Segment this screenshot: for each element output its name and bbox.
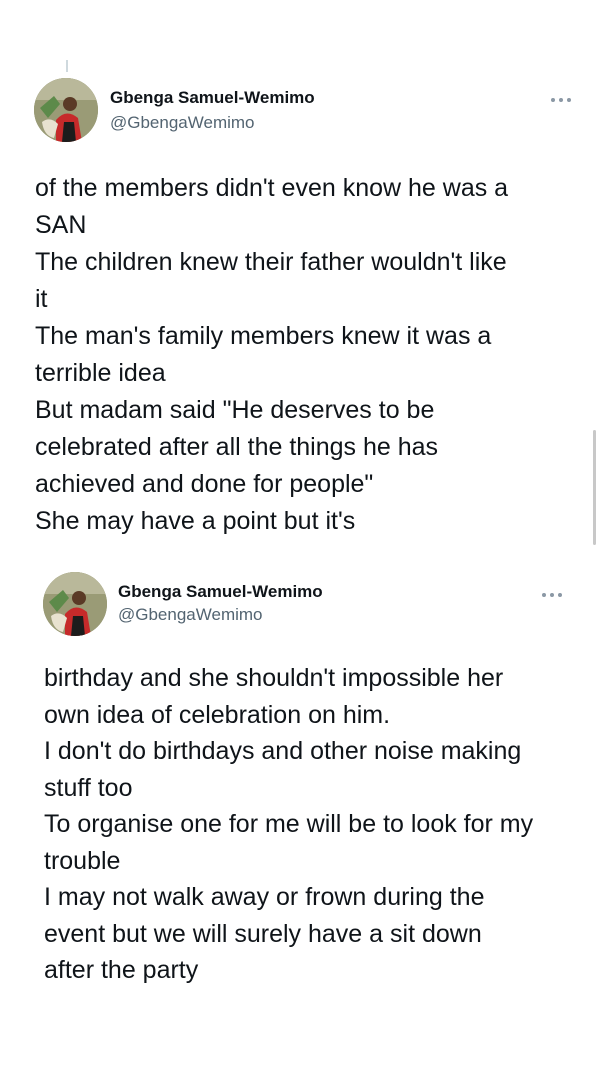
avatar[interactable] <box>43 572 107 636</box>
more-horizontal-icon[interactable] <box>549 92 573 102</box>
thread-connector-line <box>66 60 68 72</box>
tweet-text: of the members didn't even know he was a… <box>35 174 509 535</box>
avatar[interactable] <box>34 78 98 142</box>
tweet-header: Gbenga Samuel-Wemimo @GbengaWemimo <box>0 572 608 642</box>
tweet-text: birthday and she shouldn't impossible he… <box>44 664 534 984</box>
more-horizontal-icon[interactable] <box>540 587 564 597</box>
author-name[interactable]: Gbenga Samuel-Wemimo <box>118 582 323 602</box>
author-handle[interactable]: @GbengaWemimo <box>118 605 263 625</box>
author-handle[interactable]: @GbengaWemimo <box>110 113 255 133</box>
tweet-header: Gbenga Samuel-Wemimo @GbengaWemimo <box>0 78 608 148</box>
author-name[interactable]: Gbenga Samuel-Wemimo <box>110 88 315 108</box>
scrollbar[interactable] <box>593 430 596 545</box>
